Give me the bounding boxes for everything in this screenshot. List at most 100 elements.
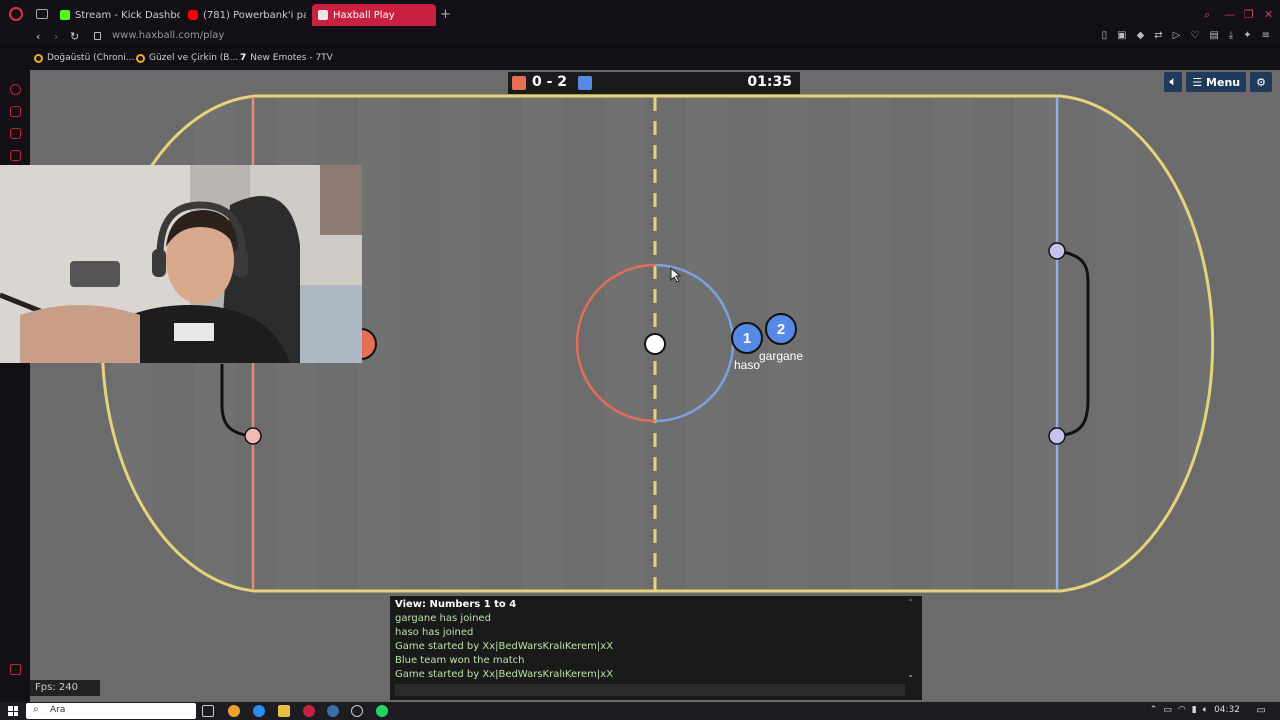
toolbar-icons: ▯ ▣ ◆ ⇄ ▷ ♡ ▤ ⤓ ✦ ≡ [1102,30,1270,41]
score: 0 - 2 [532,74,568,90]
fps-counter: Fps: 240 [30,680,100,696]
chat-message: Blue team won the match [395,655,525,666]
taskbar-search[interactable]: ⌕ Ara [26,703,196,719]
maximize-icon[interactable]: ❐ [1244,8,1254,21]
close-icon[interactable]: ✕ [1264,8,1273,21]
tab-label: Haxball Play [333,9,395,21]
gear-icon: ⚙ [1256,75,1266,89]
aria-icon[interactable] [10,84,21,95]
gx-icon[interactable] [10,664,21,675]
tab-haxball-play[interactable]: Haxball Play [312,4,436,26]
blue-goal-post [1048,427,1066,445]
play-icon[interactable]: ▷ [1173,30,1181,41]
chat-message: Game started by Xx|BedWarsKralıKerem|xX [395,669,614,680]
bookmark-favicon-icon [34,53,43,63]
bookmark-item[interactable]: 7 New Emotes - 7TV [240,53,333,63]
task-view-icon[interactable] [202,705,214,717]
windows-start-icon[interactable] [8,706,18,716]
download-icon[interactable]: ⤓ [1229,30,1233,41]
blue-team-swatch [578,76,592,90]
7tv-icon: 7 [240,53,247,63]
chevron-up-icon[interactable]: ⌃ [1150,705,1158,715]
bookmark-item[interactable]: Doğaüstü (Chroni... [34,53,134,63]
heart-icon[interactable]: ♡ [1190,30,1199,41]
shield-icon[interactable]: ◆ [1137,30,1145,41]
bookmark-favicon-icon [136,53,145,63]
youtube-icon [188,10,198,20]
url-field[interactable]: www.haxball.com/play [112,30,224,41]
player-name: gargane [759,349,803,363]
clock[interactable]: 04:32 [1214,705,1240,715]
volume-icon[interactable]: 🔈︎ [1203,705,1208,715]
snapshot-icon[interactable]: ▣ [1117,30,1126,41]
search-tabs-icon[interactable]: ⌕ [1204,8,1210,22]
translate-icon[interactable]: ⇄ [1154,30,1162,41]
microphone-icon[interactable]: ▮ [1192,705,1197,715]
bookmarks-bar: Doğaüstü (Chroni... Güzel ve Çirkin (B..… [0,48,1280,70]
player-name: haso [734,358,760,372]
reload-icon[interactable]: ↻ [70,30,79,43]
bookmark-label: New Emotes - 7TV [250,53,333,63]
tab-overview-icon[interactable] [36,9,48,19]
settings-button[interactable]: ⚙ [1250,72,1272,92]
chat-message: haso has joined [395,627,474,638]
ai-icon[interactable]: ✦ [1243,30,1251,41]
hamburger-icon: ☰ [1192,75,1207,89]
opera-logo-icon[interactable] [9,7,23,21]
minimize-icon[interactable]: — [1224,8,1235,21]
instagram-icon[interactable] [10,150,21,161]
tab-label: (781) Powerbank'i parçala [203,9,306,21]
new-tab-button[interactable]: + [440,7,451,22]
network-icon[interactable]: ▭ [1163,705,1172,715]
sound-button[interactable]: 🔈︎ [1163,72,1183,92]
app-icon[interactable] [351,705,363,717]
shop-icon[interactable] [10,106,21,117]
notification-icon[interactable]: ▭ [1257,705,1266,716]
menu-button[interactable]: ☰ Menu [1186,72,1247,92]
back-icon[interactable]: ‹ [36,30,40,43]
forward-icon[interactable]: › [54,30,58,43]
wallet-icon[interactable]: ▤ [1209,30,1218,41]
red-goal-post [244,427,262,445]
app-icon[interactable] [228,705,240,717]
tab-youtube[interactable]: (781) Powerbank'i parçala [182,4,306,26]
chat-panel: View: Numbers 1 to 4 gargane has joined … [390,596,922,700]
search-placeholder: Ara [50,705,66,715]
wifi-icon[interactable]: ◠ [1178,705,1186,715]
ball [644,333,666,355]
menu-label: Menu [1206,75,1241,89]
system-tray: ⌃ ▭ ◠ ▮ 🔈︎ 04:32 [1150,705,1240,715]
search-icon: ⌕ [33,704,39,715]
player-number: 1 [743,330,751,347]
bookmark-label: Güzel ve Çirkin (B... [149,53,239,63]
chat-header: View: Numbers 1 to 4 [395,599,517,610]
bookmark-item[interactable]: Güzel ve Çirkin (B... [136,53,238,63]
chevron-down-icon[interactable]: ⌄ [907,670,914,679]
chat-input[interactable] [395,684,905,696]
blue-goal-post [1048,242,1066,260]
explorer-icon[interactable] [278,705,290,717]
menu-icon[interactable]: ≡ [1262,30,1270,41]
bookmark-label: Doğaüstü (Chroni... [47,53,135,63]
tab-bar: Stream - Kick Dashboard (781) Powerbank'… [0,0,1280,28]
bookmark-icon[interactable]: ▯ [1102,30,1108,41]
taskbar: ⌕ Ara ⌃ ▭ ◠ ▮ 🔈︎ 04:32 ▭ [0,702,1280,720]
opera-gx-icon[interactable] [303,705,315,717]
speaker-icon: 🔈︎ [1169,75,1177,88]
edge-icon[interactable] [253,705,265,717]
messenger-icon[interactable] [10,128,21,139]
chat-message: Game started by Xx|BedWarsKralıKerem|xX [395,641,614,652]
chat-message: gargane has joined [395,613,491,624]
scoreboard: 0 - 2 01:35 [508,72,800,94]
address-bar: ‹ › ↻ www.haxball.com/play ▯ ▣ ◆ ⇄ ▷ ♡ ▤… [0,28,1280,46]
lock-icon [94,32,101,40]
player-number: 2 [777,321,785,338]
webcam-overlay [0,165,362,363]
spotify-icon[interactable] [376,705,388,717]
match-timer: 01:35 [747,74,792,90]
chevron-up-icon[interactable]: ⌃ [907,598,914,607]
tab-kick-dashboard[interactable]: Stream - Kick Dashboard [54,4,180,26]
haxball-icon [318,10,328,20]
game-controls: 🔈︎ ☰ Menu ⚙ [1163,72,1272,92]
steam-icon[interactable] [327,705,339,717]
